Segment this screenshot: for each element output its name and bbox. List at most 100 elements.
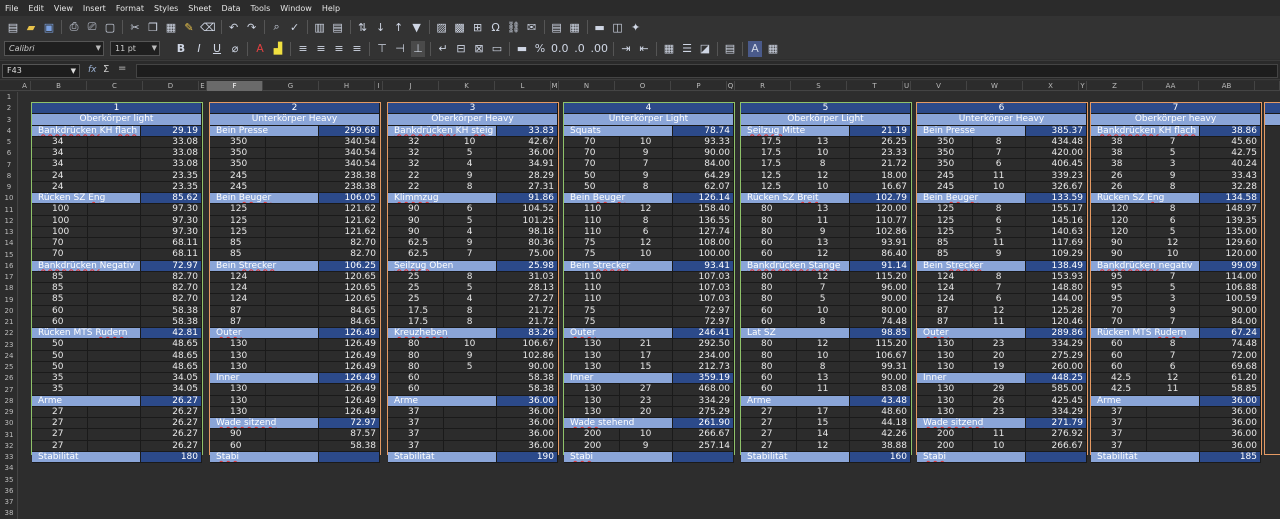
cell[interactable]: Bankdrücken negativ (1091, 260, 1200, 272)
cell[interactable]: Bankdrücken Negativ (32, 260, 141, 272)
cell[interactable] (87, 350, 141, 362)
cell[interactable]: 13 (796, 136, 850, 148)
column-header[interactable]: E (199, 81, 207, 91)
cell[interactable]: 200 (917, 429, 973, 441)
cell[interactable] (265, 294, 319, 306)
cell[interactable]: 80 (388, 339, 444, 351)
cell[interactable]: 121.62 (318, 215, 380, 227)
cell[interactable]: 120 (1091, 204, 1147, 216)
cell[interactable]: 350 (210, 148, 266, 160)
cell[interactable]: 124 (210, 271, 266, 283)
align-right-icon[interactable]: ≡ (332, 41, 346, 57)
cell[interactable]: 13 (796, 373, 850, 385)
cell[interactable] (87, 373, 141, 385)
cell[interactable]: Bein Strecker (210, 260, 319, 272)
cell[interactable] (87, 271, 141, 283)
cell[interactable] (672, 451, 734, 463)
cell[interactable]: 130 (917, 384, 973, 396)
cell[interactable]: 36.00 (496, 418, 558, 430)
cell[interactable]: 434.48 (1025, 136, 1087, 148)
cell[interactable]: 5 (443, 215, 497, 227)
cell[interactable]: 82.70 (140, 283, 202, 295)
cell[interactable]: 7 (1091, 103, 1261, 115)
cell[interactable]: 85 (210, 249, 266, 261)
cell[interactable]: 58.38 (140, 316, 202, 328)
column-header[interactable]: P (671, 81, 727, 91)
cell[interactable] (619, 271, 673, 283)
cell[interactable]: 38 (1091, 159, 1147, 171)
cell[interactable]: 130 (917, 406, 973, 418)
cell[interactable]: 420.00 (1025, 148, 1087, 160)
cell[interactable]: 23.33 (849, 148, 911, 160)
cell[interactable]: 60 (741, 384, 797, 396)
cell[interactable]: 17.5 (388, 305, 444, 317)
cell[interactable]: 130 (210, 361, 266, 373)
cell[interactable]: 37 (1091, 418, 1147, 430)
cell[interactable]: 82.70 (318, 249, 380, 261)
cell[interactable]: 21.72 (849, 159, 911, 171)
cell[interactable]: 238.38 (318, 181, 380, 193)
cell[interactable]: 43.48 (849, 395, 911, 407)
cell[interactable]: 60 (1091, 339, 1147, 351)
cell[interactable] (265, 249, 319, 261)
cell[interactable]: 60 (1091, 361, 1147, 373)
cell[interactable]: Outer (210, 328, 319, 340)
redo-icon[interactable]: ↷ (245, 19, 259, 35)
cell[interactable]: 68.11 (140, 249, 202, 261)
cell[interactable]: 120 (1091, 226, 1147, 238)
cell[interactable]: 37 (1091, 429, 1147, 441)
cell[interactable]: 85 (32, 294, 88, 306)
find-icon[interactable]: ⌕ (270, 19, 284, 35)
cell[interactable]: 124 (917, 271, 973, 283)
cell[interactable]: Bankdrücken Stange (741, 260, 850, 272)
cell[interactable]: 271.79 (1025, 418, 1087, 430)
cell[interactable]: 102.86 (496, 350, 558, 362)
cell[interactable]: 110 (564, 283, 620, 295)
cell[interactable]: Arme (32, 395, 141, 407)
cell[interactable]: 60 (741, 249, 797, 261)
cell[interactable]: 34 (32, 148, 88, 160)
cell[interactable]: 100.59 (1199, 294, 1261, 306)
cell[interactable]: 80 (741, 283, 797, 295)
cell[interactable]: 9 (443, 350, 497, 362)
cell[interactable]: 125 (210, 215, 266, 227)
cell[interactable]: 50 (32, 339, 88, 351)
cell[interactable]: 6 (1146, 361, 1200, 373)
cell[interactable]: 5 (443, 361, 497, 373)
cell[interactable]: 20 (972, 350, 1026, 362)
cell[interactable]: 127.74 (672, 226, 734, 238)
cell[interactable]: 12 (619, 204, 673, 216)
cell[interactable] (443, 429, 497, 441)
cell[interactable]: 9 (619, 170, 673, 182)
cell[interactable]: 17 (619, 350, 673, 362)
cell[interactable]: 80 (741, 204, 797, 216)
cell[interactable] (87, 316, 141, 328)
cell[interactable]: 33.08 (140, 148, 202, 160)
cell[interactable]: 37 (1091, 406, 1147, 418)
cell[interactable] (265, 159, 319, 171)
cell[interactable] (87, 384, 141, 396)
cell[interactable]: 12 (796, 339, 850, 351)
percent-icon[interactable]: % (533, 41, 547, 57)
cell[interactable]: 339.23 (1025, 170, 1087, 182)
cell[interactable] (87, 429, 141, 441)
column-header[interactable]: J (383, 81, 439, 91)
cell[interactable]: 8 (1146, 181, 1200, 193)
cell[interactable] (265, 283, 319, 295)
cell[interactable]: Stabi (564, 451, 673, 463)
cell[interactable]: 22 (388, 170, 444, 182)
number-format-icon[interactable]: 0.0 (551, 41, 569, 57)
column-header[interactable]: W (967, 81, 1023, 91)
cell[interactable]: 121.62 (318, 226, 380, 238)
cell[interactable]: 87 (210, 316, 266, 328)
cell[interactable]: 145.16 (1025, 215, 1087, 227)
cell[interactable]: 28.29 (496, 170, 558, 182)
cell[interactable]: 6 (1146, 215, 1200, 227)
cell[interactable]: 8 (972, 271, 1026, 283)
cell[interactable]: 26.27 (140, 418, 202, 430)
cell[interactable]: 27.31 (496, 181, 558, 193)
cell[interactable]: 130 (564, 339, 620, 351)
cell[interactable]: 70 (564, 159, 620, 171)
cell[interactable]: 80 (741, 361, 797, 373)
align-bottom-icon[interactable]: ⊥ (411, 40, 425, 57)
